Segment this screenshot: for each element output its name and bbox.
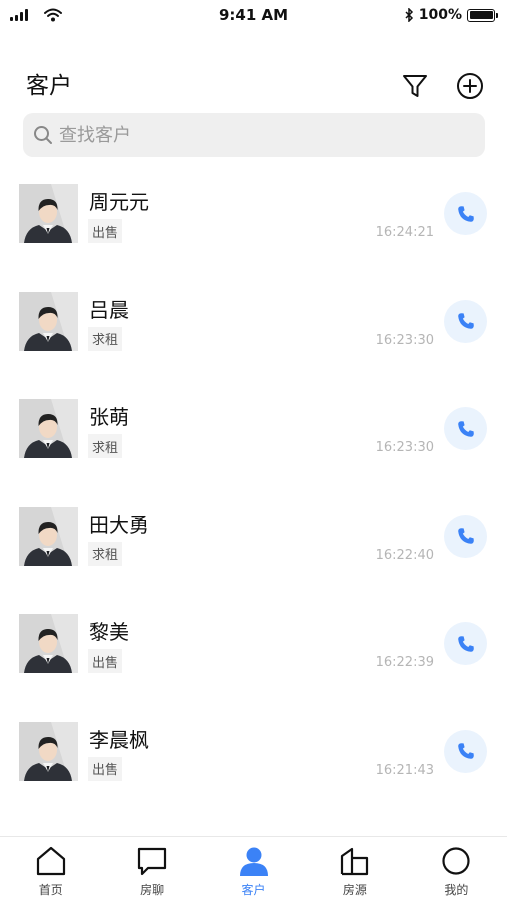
avatar <box>19 721 78 781</box>
avatar <box>19 291 78 351</box>
customer-name: 田大勇 <box>89 512 149 537</box>
customer-list-screen: 9:41 AM 100% 客户 查找客户 周元元 出售 16:24:21 吕晨 … <box>0 0 507 900</box>
wifi-icon <box>44 8 62 22</box>
customer-tag: 求租 <box>88 541 123 566</box>
call-button[interactable] <box>444 407 487 450</box>
add-customer-button[interactable] <box>454 70 486 102</box>
tab-listings[interactable]: 房源 <box>304 837 405 900</box>
building-icon <box>340 847 369 876</box>
tab-customers[interactable]: 客户 <box>203 837 304 900</box>
timestamp: 16:22:39 <box>375 655 434 670</box>
tab-label: 房源 <box>342 883 367 897</box>
timestamp: 16:23:30 <box>375 440 434 455</box>
call-button[interactable] <box>444 729 487 773</box>
customer-name: 黎美 <box>89 620 129 644</box>
list-item[interactable]: 周元元 出售 16:24:21 <box>0 170 507 278</box>
customer-name: 李晨枫 <box>89 727 149 752</box>
chat-icon <box>138 847 167 876</box>
list-item[interactable]: 张萌 求租 16:23:30 <box>0 385 507 493</box>
phone-icon <box>457 528 474 544</box>
customer-name: 张萌 <box>89 405 129 429</box>
avatar <box>19 184 78 243</box>
customer-list[interactable]: 周元元 出售 16:24:21 吕晨 求租 16:23:30 张萌 求租 16:… <box>0 170 507 835</box>
filter-button[interactable] <box>399 70 431 102</box>
tab-label: 房聊 <box>140 883 165 897</box>
filter-icon <box>403 75 427 97</box>
tab-me[interactable]: 我的 <box>406 837 507 900</box>
battery-percent: 100% <box>418 7 462 23</box>
customer-tag: 出售 <box>88 649 123 673</box>
status-bar: 9:41 AM 100% <box>0 0 507 30</box>
profile-circle-icon <box>442 847 470 875</box>
avatar <box>19 506 78 566</box>
signal-icon <box>10 9 28 21</box>
list-item[interactable]: 田大勇 求租 16:22:40 <box>0 493 507 601</box>
plus-circle-icon <box>457 73 483 99</box>
phone-icon <box>457 635 474 652</box>
tab-label: 首页 <box>38 883 63 897</box>
battery-icon <box>467 8 498 22</box>
tab-label: 我的 <box>444 883 469 897</box>
list-item[interactable]: 黎美 出售 16:22:39 <box>0 600 507 708</box>
timestamp: 16:24:21 <box>375 225 434 240</box>
phone-icon <box>457 420 474 437</box>
call-button[interactable] <box>444 299 487 343</box>
header: 客户 <box>0 60 507 110</box>
call-button[interactable] <box>444 514 487 558</box>
avatar <box>19 399 78 458</box>
customer-tag: 求租 <box>88 326 123 351</box>
person-icon <box>239 847 268 876</box>
phone-icon <box>457 205 474 222</box>
tab-bar: 首页 房聊 客户 房源 我的 <box>0 836 507 900</box>
tab-home[interactable]: 首页 <box>0 837 101 900</box>
customer-tag: 出售 <box>88 219 123 243</box>
bluetooth-icon <box>405 8 413 22</box>
search-icon <box>34 126 52 144</box>
list-item[interactable]: 吕晨 求租 16:23:30 <box>0 278 507 386</box>
timestamp: 16:23:30 <box>375 332 434 348</box>
customer-tag: 求租 <box>88 434 123 458</box>
customer-tag: 出售 <box>88 756 123 781</box>
tab-label: 客户 <box>241 883 266 897</box>
timestamp: 16:21:43 <box>375 762 434 778</box>
phone-icon <box>457 743 474 759</box>
tab-chat[interactable]: 房聊 <box>101 837 202 900</box>
phone-icon <box>457 313 474 329</box>
search-bar[interactable] <box>23 113 485 157</box>
timestamp: 16:22:40 <box>375 547 434 563</box>
list-item[interactable]: 李晨枫 出售 16:21:43 <box>0 708 507 816</box>
customer-name: 吕晨 <box>89 297 129 322</box>
home-icon <box>36 846 65 876</box>
page-title: 客户 <box>26 73 72 99</box>
search-input[interactable] <box>59 124 439 146</box>
call-button[interactable] <box>444 622 487 665</box>
call-button[interactable] <box>444 192 487 235</box>
customer-name: 周元元 <box>89 190 149 214</box>
avatar <box>19 614 78 673</box>
